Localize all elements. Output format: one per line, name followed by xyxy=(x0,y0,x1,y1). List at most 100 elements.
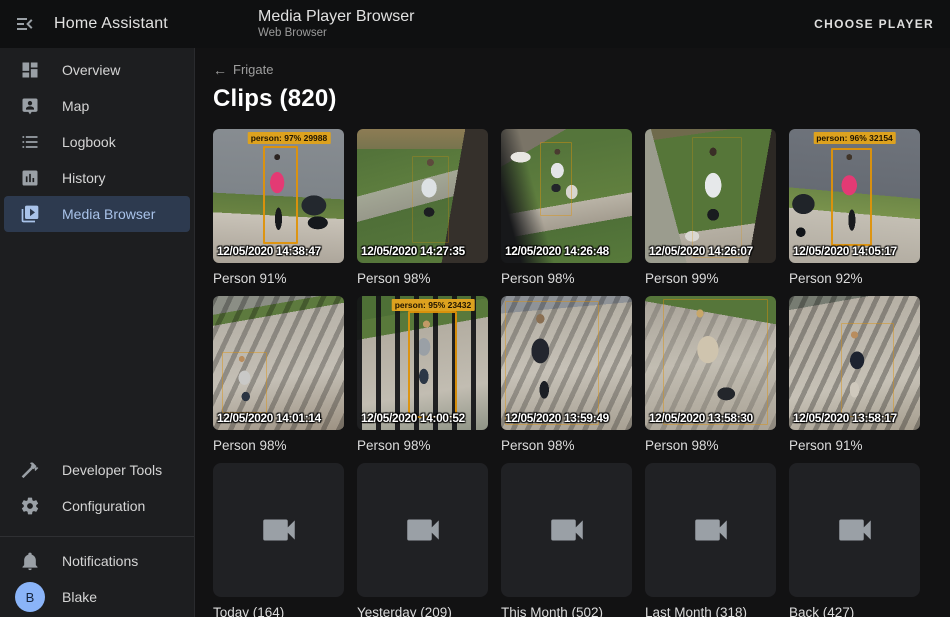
sidebar-item-logbook[interactable]: Logbook xyxy=(4,124,190,160)
bell-icon xyxy=(20,551,40,571)
clip-item[interactable]: 12/05/2020 14:26:07 Person 99% xyxy=(645,129,776,289)
clip-timestamp: 12/05/2020 14:01:14 xyxy=(217,411,321,425)
clip-item[interactable]: 12/05/2020 13:58:30 Person 98% xyxy=(645,296,776,456)
sidebar-item-label: Developer Tools xyxy=(62,462,162,478)
clip-label: Person 98% xyxy=(645,436,776,456)
clip-thumbnail[interactable]: 12/05/2020 14:01:14 xyxy=(213,296,344,430)
chart-icon xyxy=(20,168,40,188)
clip-label: Person 98% xyxy=(213,436,344,456)
folder-item-this-month[interactable]: This Month (502) xyxy=(501,463,632,617)
hammer-icon xyxy=(20,460,40,480)
app-title: Home Assistant xyxy=(54,15,168,33)
detection-bbox xyxy=(841,323,893,417)
folder-tile[interactable] xyxy=(645,463,776,597)
clip-label: Person 99% xyxy=(645,269,776,289)
clip-timestamp: 12/05/2020 13:58:17 xyxy=(793,411,897,425)
detection-bbox xyxy=(540,142,571,216)
sidebar-item-label: Overview xyxy=(62,62,120,78)
app-header: Home Assistant Media Player Browser Web … xyxy=(0,0,950,48)
media-browser-icon xyxy=(20,204,40,224)
video-camera-icon xyxy=(546,509,588,551)
sidebar-item-label: Notifications xyxy=(62,553,138,569)
clip-timestamp: 12/05/2020 14:00:52 xyxy=(361,411,465,425)
clip-item[interactable]: 12/05/2020 14:27:35 Person 98% xyxy=(357,129,488,289)
clip-item[interactable]: 12/05/2020 14:26:48 Person 98% xyxy=(501,129,632,289)
clip-timestamp: 12/05/2020 14:38:47 xyxy=(217,244,321,258)
sidebar-item-notifications[interactable]: Notifications xyxy=(4,543,190,579)
folder-item-last-month[interactable]: Last Month (318) xyxy=(645,463,776,617)
sidebar-item-configuration[interactable]: Configuration xyxy=(4,488,190,524)
clip-label: Person 91% xyxy=(789,436,920,456)
clip-label: Person 92% xyxy=(789,269,920,289)
clip-thumbnail[interactable]: 12/05/2020 13:58:30 xyxy=(645,296,776,430)
sidebar-item-label: Map xyxy=(62,98,89,114)
detection-bbox xyxy=(663,299,768,425)
gear-icon xyxy=(20,496,40,516)
video-camera-icon xyxy=(258,509,300,551)
clip-thumbnail[interactable]: 12/05/2020 14:27:35 xyxy=(357,129,488,263)
folder-label: Back (427) xyxy=(789,603,920,617)
user-name-label: Blake xyxy=(62,589,97,605)
folder-tile[interactable] xyxy=(213,463,344,597)
back-link-frigate[interactable]: ← Frigate xyxy=(213,62,273,77)
sidebar-item-overview[interactable]: Overview xyxy=(4,52,190,88)
sidebar-item-history[interactable]: History xyxy=(4,160,190,196)
panel-subtitle: Web Browser xyxy=(258,27,415,40)
sidebar-item-user[interactable]: B Blake xyxy=(4,579,190,615)
folder-tile[interactable] xyxy=(501,463,632,597)
clip-item[interactable]: person: 95% 23432 12/05/2020 14:00:52 Pe… xyxy=(357,296,488,456)
folder-label: Today (164) xyxy=(213,603,344,617)
sidebar-item-developer-tools[interactable]: Developer Tools xyxy=(4,452,190,488)
folder-item-back[interactable]: Back (427) xyxy=(789,463,920,617)
clip-timestamp: 12/05/2020 14:26:48 xyxy=(505,244,609,258)
panel-title: Media Player Browser xyxy=(258,8,415,26)
choose-player-button[interactable]: CHOOSE PLAYER xyxy=(814,17,934,31)
header-left: Home Assistant xyxy=(0,12,195,36)
page-title: Clips (820) xyxy=(213,85,950,113)
sidebar-toggle-icon[interactable] xyxy=(14,12,38,36)
clip-thumbnail[interactable]: 12/05/2020 13:59:49 xyxy=(501,296,632,430)
clip-timestamp: 12/05/2020 13:59:49 xyxy=(505,411,609,425)
dashboard-icon xyxy=(20,60,40,80)
sidebar-item-media-browser[interactable]: Media Browser xyxy=(4,196,190,232)
detection-bbox xyxy=(831,148,872,246)
folder-label: This Month (502) xyxy=(501,603,632,617)
detection-bbox xyxy=(692,137,742,258)
clip-thumbnail[interactable]: person: 95% 23432 12/05/2020 14:00:52 xyxy=(357,296,488,430)
map-account-icon xyxy=(20,96,40,116)
clip-thumbnail[interactable]: person: 97% 29988 12/05/2020 14:38:47 xyxy=(213,129,344,263)
sidebar-item-label: Media Browser xyxy=(62,206,155,222)
clip-label: Person 98% xyxy=(501,436,632,456)
clip-thumbnail[interactable]: 12/05/2020 14:26:48 xyxy=(501,129,632,263)
clip-label: Person 91% xyxy=(213,269,344,289)
clip-thumbnail[interactable]: person: 96% 32154 12/05/2020 14:05:17 xyxy=(789,129,920,263)
clip-label: Person 98% xyxy=(357,269,488,289)
detection-tag: person: 95% 23432 xyxy=(392,299,475,311)
clip-label: Person 98% xyxy=(357,436,488,456)
folder-item-today[interactable]: Today (164) xyxy=(213,463,344,617)
clip-thumbnail[interactable]: 12/05/2020 14:26:07 xyxy=(645,129,776,263)
clip-item[interactable]: person: 97% 29988 12/05/2020 14:38:47 Pe… xyxy=(213,129,344,289)
clip-timestamp: 12/05/2020 13:58:30 xyxy=(649,411,753,425)
folder-tile[interactable] xyxy=(789,463,920,597)
video-camera-icon xyxy=(402,509,444,551)
clip-thumbnail[interactable]: 12/05/2020 13:58:17 xyxy=(789,296,920,430)
detection-tag: person: 97% 29988 xyxy=(248,132,331,144)
clip-item[interactable]: person: 96% 32154 12/05/2020 14:05:17 Pe… xyxy=(789,129,920,289)
sidebar-item-map[interactable]: Map xyxy=(4,88,190,124)
folder-label: Yesterday (209) xyxy=(357,603,488,617)
video-camera-icon xyxy=(690,509,732,551)
clip-timestamp: 12/05/2020 14:26:07 xyxy=(649,244,753,258)
folder-item-yesterday[interactable]: Yesterday (209) xyxy=(357,463,488,617)
back-link-label: Frigate xyxy=(233,62,273,77)
detection-bbox xyxy=(505,301,599,424)
sidebar-item-label: History xyxy=(62,170,106,186)
sidebar-divider xyxy=(0,536,194,537)
clip-item[interactable]: 12/05/2020 13:58:17 Person 91% xyxy=(789,296,920,456)
detection-bbox xyxy=(222,352,267,412)
panel-title-block: Media Player Browser Web Browser xyxy=(258,8,415,40)
clip-item[interactable]: 12/05/2020 14:01:14 Person 98% xyxy=(213,296,344,456)
folder-tile[interactable] xyxy=(357,463,488,597)
clip-item[interactable]: 12/05/2020 13:59:49 Person 98% xyxy=(501,296,632,456)
sidebar-item-label: Configuration xyxy=(62,498,145,514)
